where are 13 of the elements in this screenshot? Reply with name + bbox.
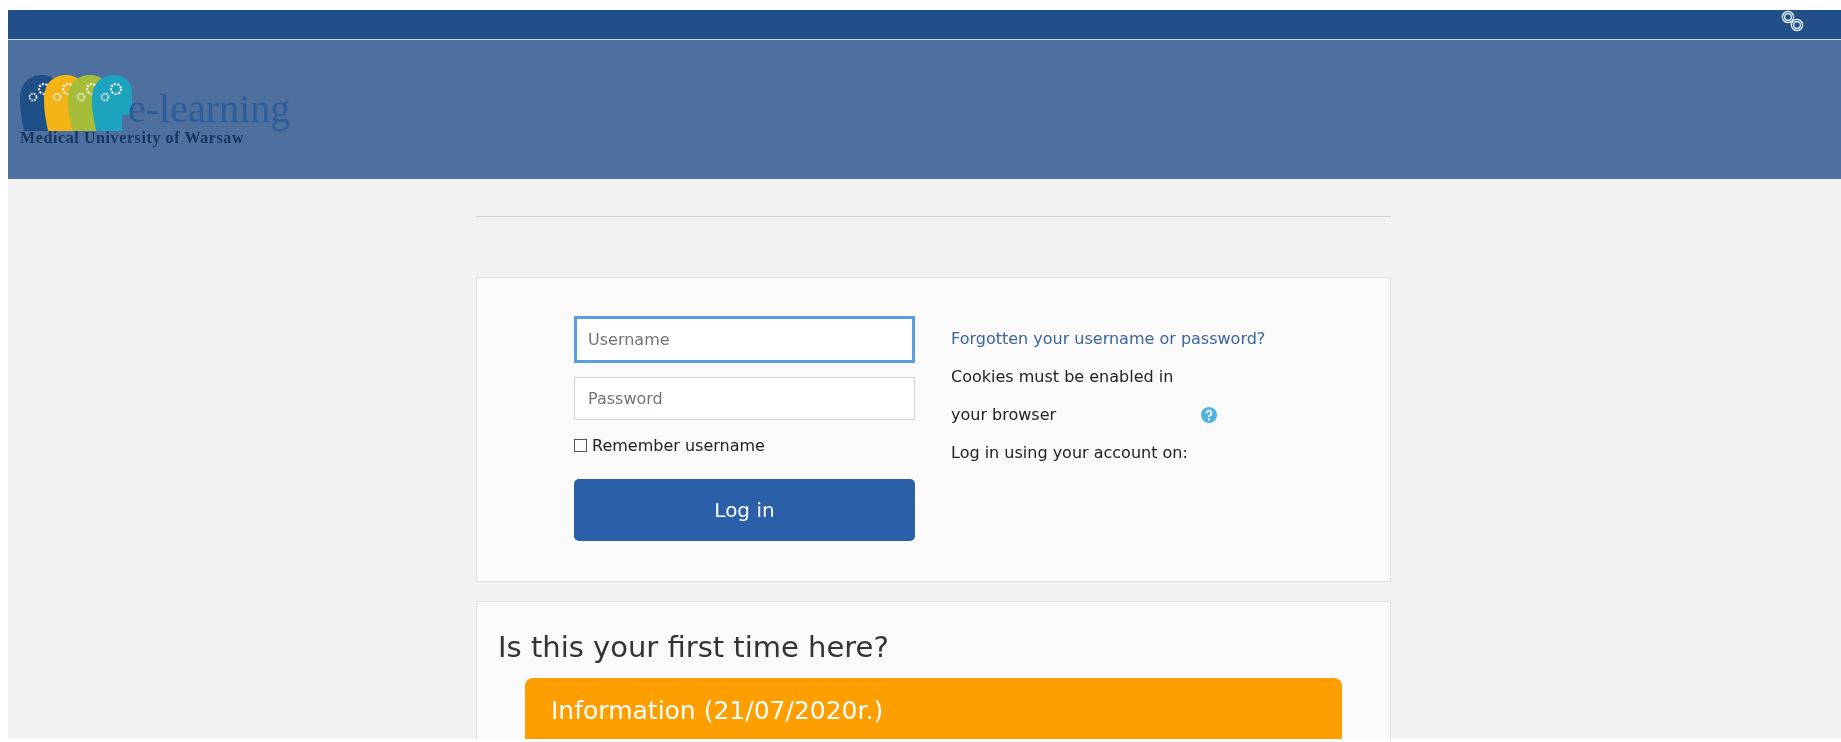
logo-subtitle: Medical University of Warsaw (20, 128, 245, 147)
cookies-note: Cookies must be enabled in your browser (951, 366, 1175, 426)
remember-checkbox[interactable] (574, 439, 587, 452)
logo-title: e-learning (128, 88, 291, 131)
username-field[interactable]: Username (574, 316, 915, 363)
forgot-password-link[interactable]: Forgotten your username or password? (951, 329, 1266, 348)
remember-label: Remember username (592, 436, 765, 455)
login-button[interactable]: Log in (574, 479, 915, 541)
notice-title: Information (21/07/2020r.) (551, 696, 884, 725)
first-time-heading: Is this your first time here? (498, 630, 890, 664)
link-icon[interactable] (1780, 10, 1806, 32)
login-options-text: Log in using your account on: (951, 442, 1189, 464)
password-field[interactable]: Password (574, 377, 915, 420)
